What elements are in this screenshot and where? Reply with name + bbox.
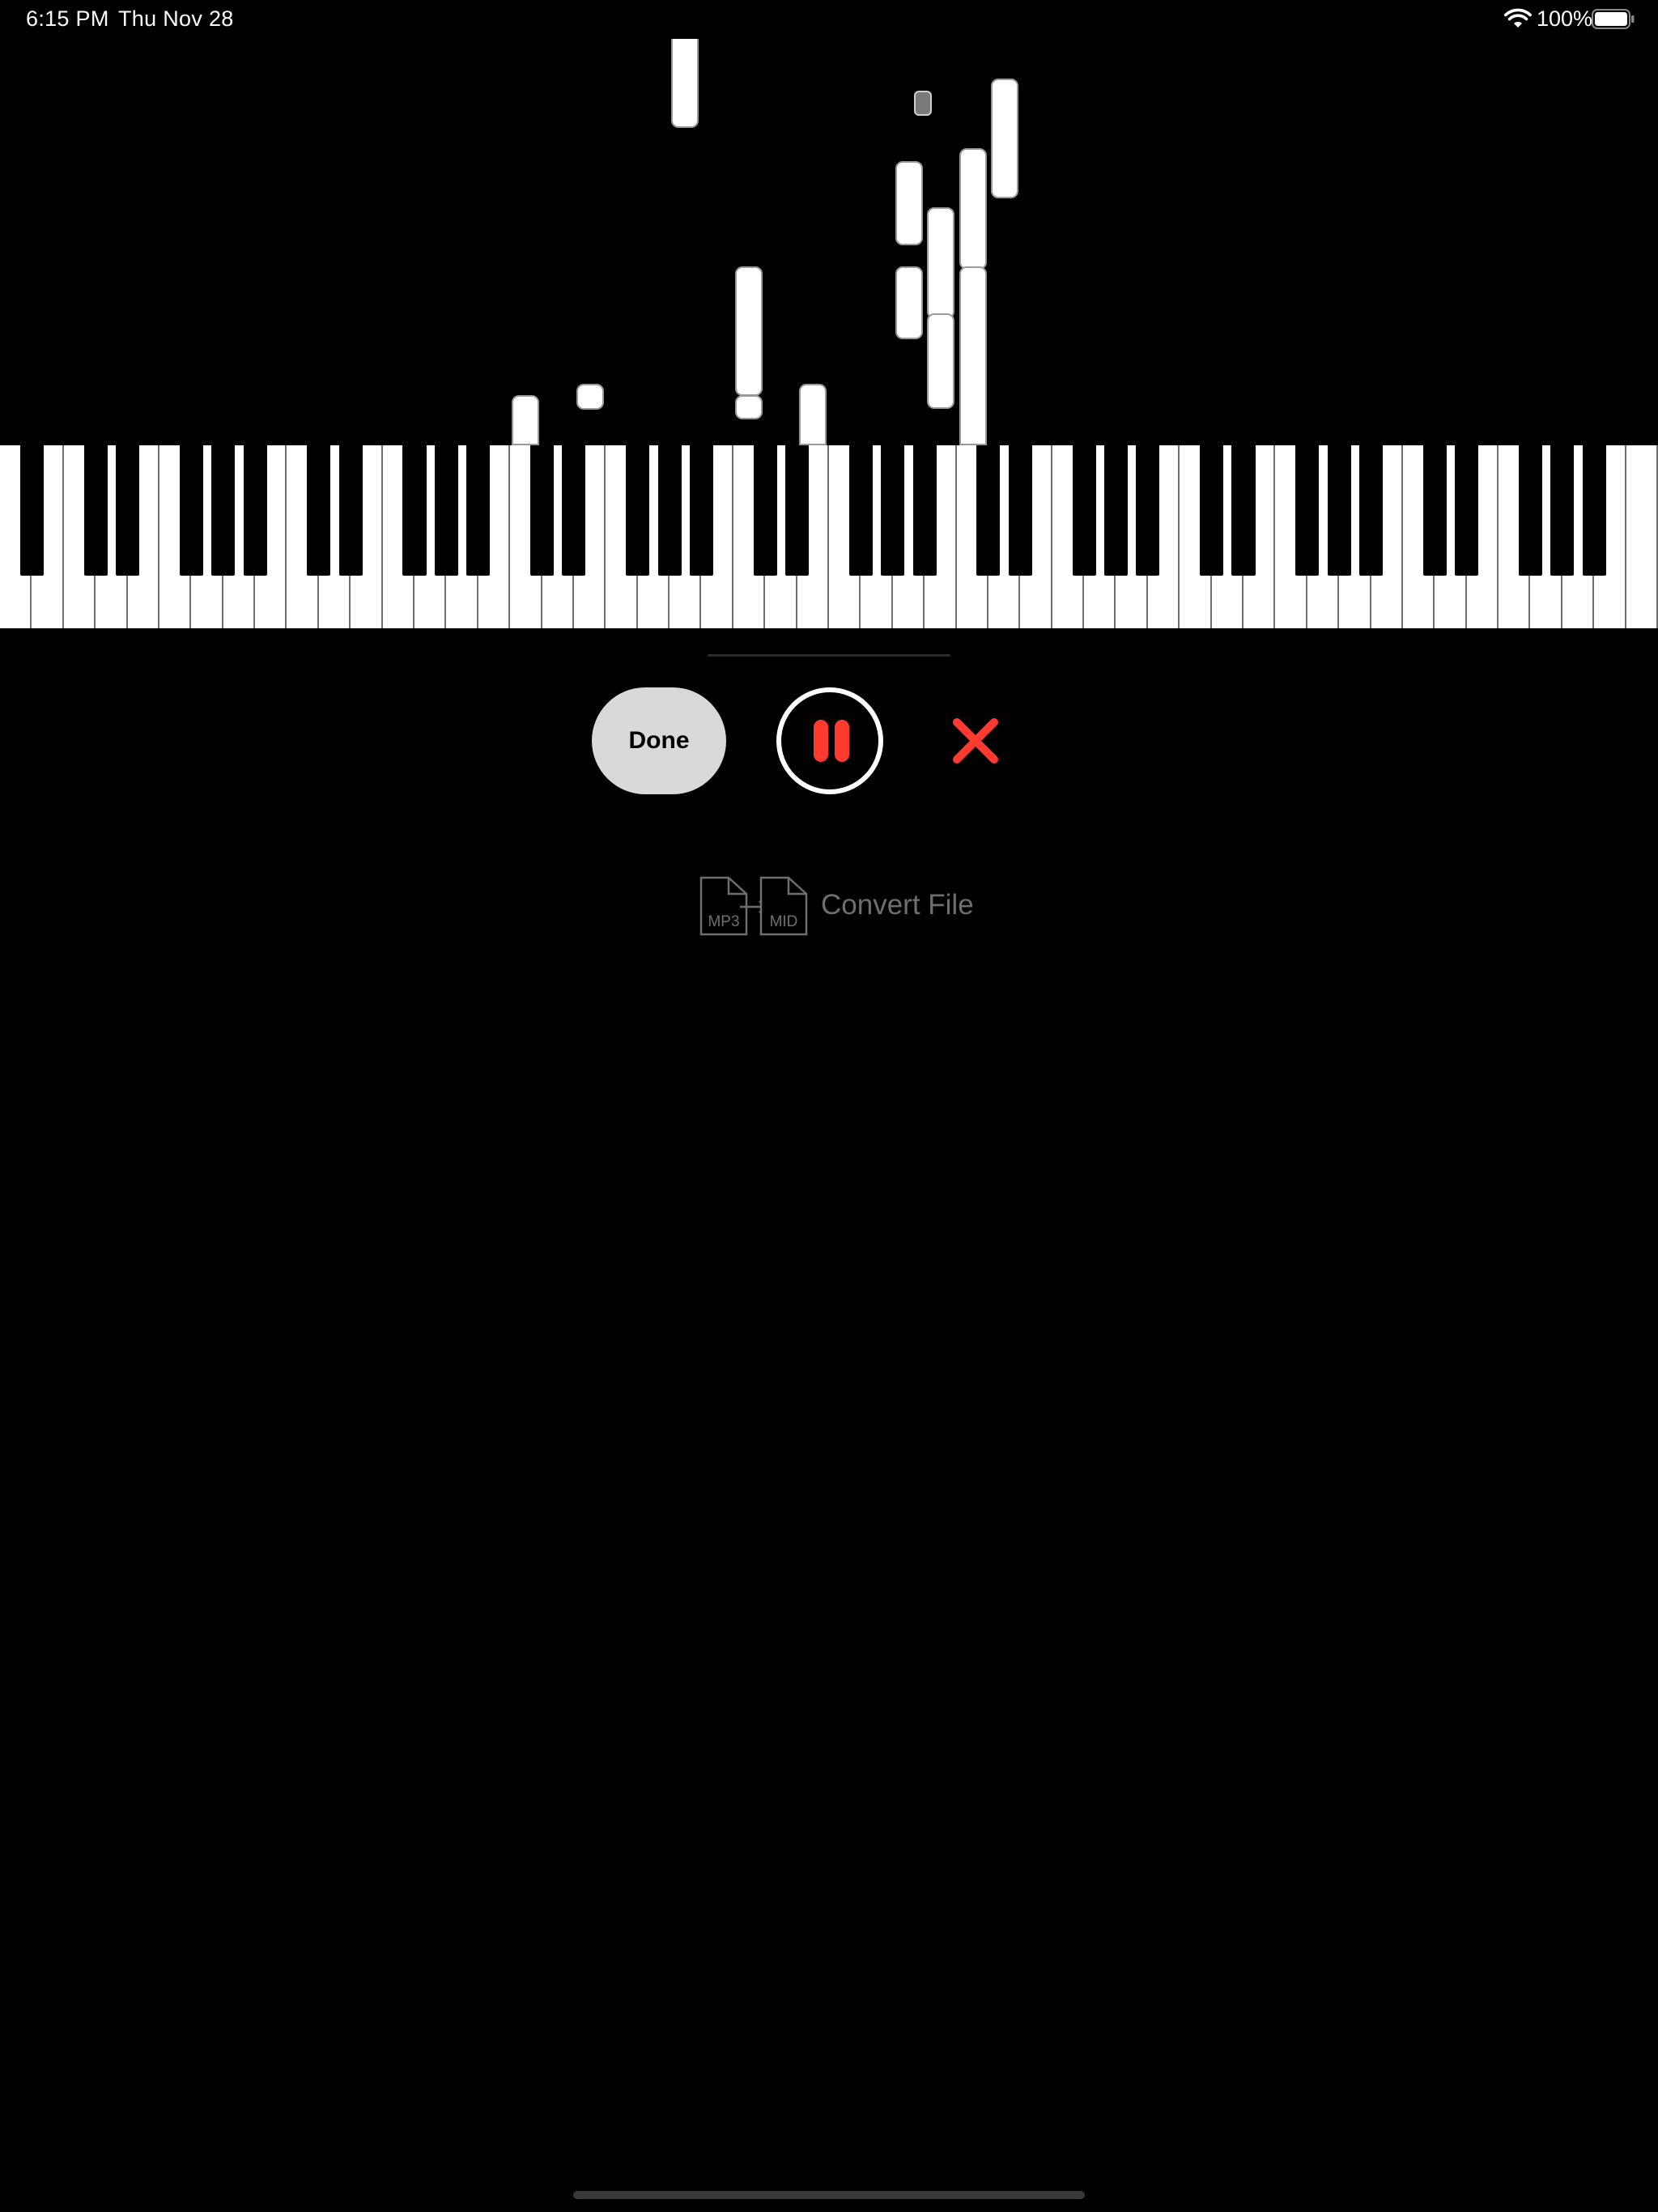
piano-black-key[interactable] [1136,445,1160,576]
piano-black-key[interactable] [402,445,427,576]
piano-black-key[interactable] [83,445,108,576]
piano-black-key[interactable] [466,445,491,576]
piano-black-key[interactable] [338,445,363,576]
note-bar [959,148,987,270]
piano-black-key[interactable] [1455,445,1479,576]
home-indicator[interactable] [573,2191,1085,2199]
piano-black-key[interactable] [785,445,810,576]
piano-black-key[interactable] [1103,445,1129,576]
done-button[interactable]: Done [592,687,726,794]
to-format: MID [770,913,798,930]
note-bar [735,266,763,396]
note-bar [671,39,699,128]
piano-black-key[interactable] [881,445,905,576]
note-bar [576,384,604,410]
piano-black-key[interactable] [243,445,267,576]
piano-black-key[interactable] [1422,445,1447,576]
piano-black-key[interactable] [19,445,44,576]
piano-black-key[interactable] [529,445,555,576]
pause-button[interactable] [776,687,883,794]
piano-black-key[interactable] [657,445,682,576]
piano-black-key[interactable] [1008,445,1032,576]
note-bar [991,79,1018,198]
note-bar [799,384,827,445]
close-icon[interactable] [947,713,1004,769]
pause-icon [835,720,849,762]
piano-white-key[interactable] [1626,445,1658,628]
convert-file-icon: MP3 MID [699,876,808,936]
note-bar [914,91,932,116]
piano-black-key[interactable] [626,445,650,576]
piano-black-key[interactable] [179,445,203,576]
piano-black-key[interactable] [1072,445,1096,576]
piano-black-key[interactable] [1518,445,1543,576]
divider [708,654,950,657]
piano-black-key[interactable] [912,445,937,576]
pause-icon [814,720,828,762]
piano-black-key[interactable] [1200,445,1224,576]
piano-black-key[interactable] [1582,445,1606,576]
convert-file-button[interactable]: MP3 MID Convert File [699,874,991,939]
piano-black-key[interactable] [1231,445,1256,576]
piano-black-key[interactable] [1358,445,1384,576]
piano-black-key[interactable] [115,445,140,576]
note-bar [735,395,763,419]
note-bar [895,266,923,339]
piano-black-key[interactable] [1327,445,1351,576]
piano-black-key[interactable] [848,445,873,576]
piano-black-key[interactable] [211,445,236,576]
piano-black-key[interactable] [1295,445,1320,576]
piano-black-key[interactable] [307,445,331,576]
note-bar [959,266,987,445]
from-format: MP3 [708,913,739,930]
piano-black-key[interactable] [976,445,1001,576]
note-bar [927,207,954,319]
note-bar [927,313,954,409]
piano-black-key[interactable] [562,445,586,576]
piano-black-key[interactable] [753,445,777,576]
piano-keyboard[interactable] [0,445,1658,628]
piano-black-key[interactable] [434,445,458,576]
convert-file-label: Convert File [821,889,974,921]
piano-black-key[interactable] [1550,445,1575,576]
note-bar [512,395,539,445]
piano-roll [0,0,1658,445]
note-bar [895,161,923,245]
piano-black-key[interactable] [689,445,714,576]
